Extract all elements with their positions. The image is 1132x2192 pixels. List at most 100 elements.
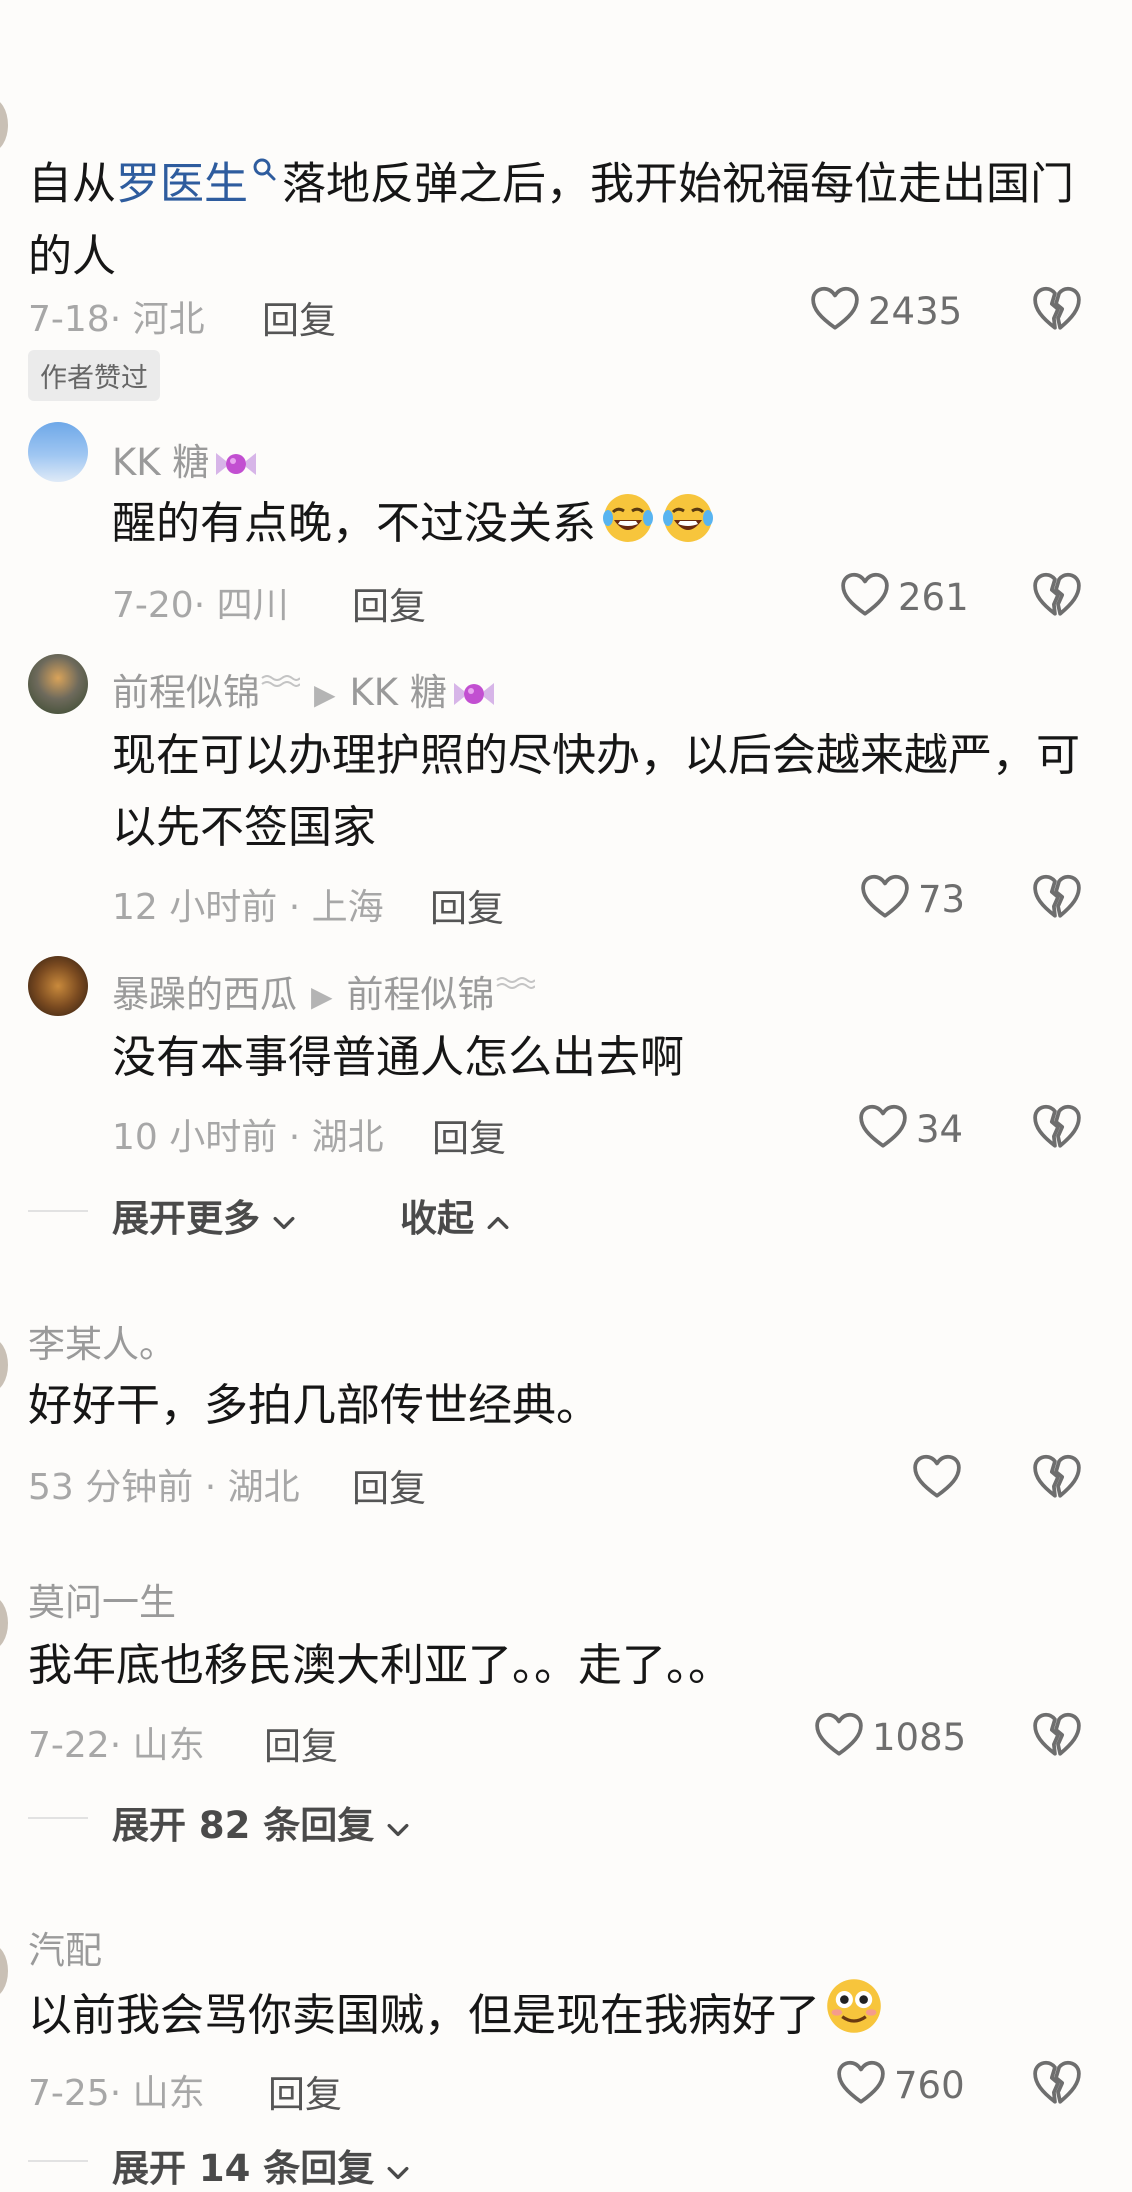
chevron-down-icon — [387, 1822, 409, 1838]
avatar[interactable] — [0, 1944, 8, 1998]
reply-username[interactable]: 暴躁的西瓜 ▶ 前程似锦 — [112, 964, 536, 1018]
wave-icon — [495, 977, 536, 989]
reply-username-text: 前程似锦 — [112, 671, 260, 714]
expand-more-button[interactable]: 展开更多 — [112, 1188, 295, 1242]
comment-meta: 7-25· 山东 — [28, 2064, 205, 2116]
reply-username[interactable]: KK 糖 — [112, 432, 259, 486]
reply-date: 12 小时前 — [112, 887, 278, 928]
reply-location: 上海 — [311, 887, 384, 928]
dislike-button[interactable] — [1032, 874, 1082, 920]
dislike-button[interactable] — [1032, 1454, 1082, 1500]
avatar[interactable] — [28, 654, 88, 714]
expand-replies-label: 展开 14 条回复 — [112, 2147, 375, 2190]
dislike-button[interactable] — [1032, 286, 1082, 332]
avatar[interactable] — [0, 98, 8, 152]
chevron-down-icon — [273, 1215, 295, 1231]
dislike-button[interactable] — [1032, 572, 1082, 618]
laughing-tears-emoji-icon — [600, 488, 656, 544]
reply-button[interactable]: 回复 — [262, 290, 336, 344]
candy-icon — [213, 447, 259, 481]
reply-button[interactable]: 回复 — [268, 2064, 342, 2118]
comment-username[interactable]: 李某人。 — [28, 1314, 176, 1368]
like-button[interactable] — [840, 572, 890, 618]
avatar[interactable] — [0, 1596, 8, 1650]
comment-meta: 7-18· 河北 — [28, 290, 205, 342]
like-button[interactable] — [858, 1104, 908, 1150]
meta-separator: · — [277, 1117, 312, 1158]
expand-replies-label: 展开 82 条回复 — [112, 1804, 375, 1847]
comment-date: 7-18 — [28, 299, 110, 340]
reply-text: 没有本事得普通人怎么出去啊 — [112, 1032, 684, 1083]
reply-to-username[interactable]: 前程似锦 — [347, 973, 495, 1016]
reply-arrow-icon: ▶ — [311, 980, 333, 1013]
comment-location: 河北 — [132, 299, 205, 340]
search-icon[interactable] — [252, 133, 278, 205]
reply-date: 10 小时前 — [112, 1117, 278, 1158]
like-count: 2435 — [868, 290, 963, 333]
like-count: 1085 — [872, 1716, 967, 1759]
comment-location: 湖北 — [227, 1467, 300, 1508]
divider — [28, 2160, 88, 2162]
comment-date: 7-22 — [28, 1725, 110, 1766]
like-button[interactable] — [912, 1454, 962, 1500]
reply-button[interactable]: 回复 — [432, 1108, 506, 1162]
collapse-button[interactable]: 收起 — [400, 1188, 509, 1242]
reply-meta: 10 小时前 · 湖北 — [112, 1108, 384, 1160]
comment-text: 自从罗医生 落地反弹之后，我开始祝福每位走出国门的人 — [28, 133, 1088, 293]
meta-separator: · — [193, 585, 217, 626]
meta-separator: · — [109, 2073, 133, 2114]
avatar[interactable] — [0, 1338, 8, 1392]
comment-text: 以前我会骂你卖国贼，但是现在我病好了 — [28, 1976, 884, 2052]
like-button[interactable] — [860, 874, 910, 920]
comment-text-part: 自从 — [28, 158, 116, 210]
dislike-button[interactable] — [1032, 1104, 1082, 1150]
meta-separator: · — [277, 887, 312, 928]
collapse-label: 收起 — [400, 1197, 474, 1240]
like-count: 73 — [918, 878, 966, 921]
comment-meta: 7-22· 山东 — [28, 1716, 205, 1768]
reply-button[interactable]: 回复 — [430, 878, 504, 932]
comment-username[interactable]: 汽配 — [28, 1920, 102, 1974]
avatar[interactable] — [28, 422, 88, 482]
comment-location: 山东 — [132, 2073, 205, 2114]
reply-button[interactable]: 回复 — [264, 1716, 338, 1770]
like-button[interactable] — [810, 286, 860, 332]
expand-more-label: 展开更多 — [112, 1197, 260, 1240]
chevron-down-icon — [387, 2165, 409, 2181]
reply-username-text: 暴躁的西瓜 — [112, 973, 297, 1016]
comment-date: 53 分钟前 — [28, 1467, 194, 1508]
candy-icon — [451, 677, 497, 711]
search-link[interactable]: 罗医生 — [116, 159, 248, 210]
reply-meta: 12 小时前 · 上海 — [112, 878, 384, 930]
expand-replies-button[interactable]: 展开 14 条回复 — [112, 2138, 409, 2192]
divider — [28, 1210, 88, 1212]
like-count: 261 — [898, 576, 969, 619]
like-count: 760 — [894, 2064, 965, 2107]
meta-separator: · — [109, 1725, 133, 1766]
reply-location: 湖北 — [311, 1117, 384, 1158]
reply-location: 四川 — [216, 585, 289, 626]
meta-separator: · — [109, 299, 133, 340]
comment-text: 我年底也移民澳大利亚了。。走了。。 — [28, 1640, 732, 1691]
comment-text-content: 以前我会骂你卖国贼，但是现在我病好了 — [28, 1990, 820, 2041]
reply-username[interactable]: 前程似锦 ▶ KK 糖 — [112, 662, 497, 716]
reply-username-text: KK 糖 — [112, 441, 210, 484]
like-button[interactable] — [836, 2060, 886, 2106]
like-button[interactable] — [814, 1712, 864, 1758]
avatar[interactable] — [28, 956, 88, 1016]
meta-separator: · — [193, 1467, 228, 1508]
reply-button[interactable]: 回复 — [352, 576, 426, 630]
chevron-up-icon — [487, 1215, 509, 1231]
smiling-emoji-icon — [824, 1976, 884, 2036]
dislike-button[interactable] — [1032, 2060, 1082, 2106]
dislike-button[interactable] — [1032, 1712, 1082, 1758]
comment-username[interactable]: 莫问一生 — [28, 1572, 176, 1626]
comment-text: 好好干，多拍几部传世经典。 — [28, 1380, 600, 1431]
wave-icon — [261, 675, 301, 687]
expand-replies-button[interactable]: 展开 82 条回复 — [112, 1795, 409, 1849]
reply-text-content: 醒的有点晚，不过没关系 — [112, 498, 596, 549]
comment-date: 7-25 — [28, 2073, 110, 2114]
reply-button[interactable]: 回复 — [352, 1458, 426, 1512]
like-count: 34 — [916, 1108, 964, 1151]
reply-to-username[interactable]: KK 糖 — [350, 671, 447, 714]
